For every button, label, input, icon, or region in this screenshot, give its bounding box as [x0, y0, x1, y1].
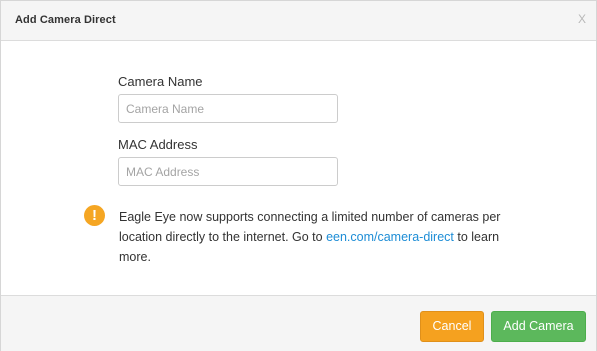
- camera-form: Camera Name MAC Address: [118, 74, 340, 186]
- add-camera-dialog: Add Camera Direct X Camera Name MAC Addr…: [0, 0, 597, 351]
- cancel-button[interactable]: Cancel: [420, 311, 484, 342]
- close-button[interactable]: X: [578, 12, 586, 26]
- mac-address-input[interactable]: [118, 157, 338, 186]
- camera-name-group: Camera Name: [118, 74, 340, 123]
- camera-direct-link[interactable]: een.com/camera-direct: [326, 230, 454, 244]
- camera-name-input[interactable]: [118, 94, 338, 123]
- warning-icon: !: [84, 205, 105, 226]
- mac-address-group: MAC Address: [118, 137, 340, 186]
- dialog-header: Add Camera Direct X: [1, 1, 596, 41]
- notice-text: Eagle Eye now supports connecting a limi…: [119, 207, 514, 267]
- dialog-footer: Cancel Add Camera: [1, 295, 596, 351]
- camera-name-label: Camera Name: [118, 74, 203, 89]
- add-camera-button[interactable]: Add Camera: [491, 311, 586, 342]
- dialog-title: Add Camera Direct: [15, 14, 116, 26]
- mac-address-label: MAC Address: [118, 137, 198, 152]
